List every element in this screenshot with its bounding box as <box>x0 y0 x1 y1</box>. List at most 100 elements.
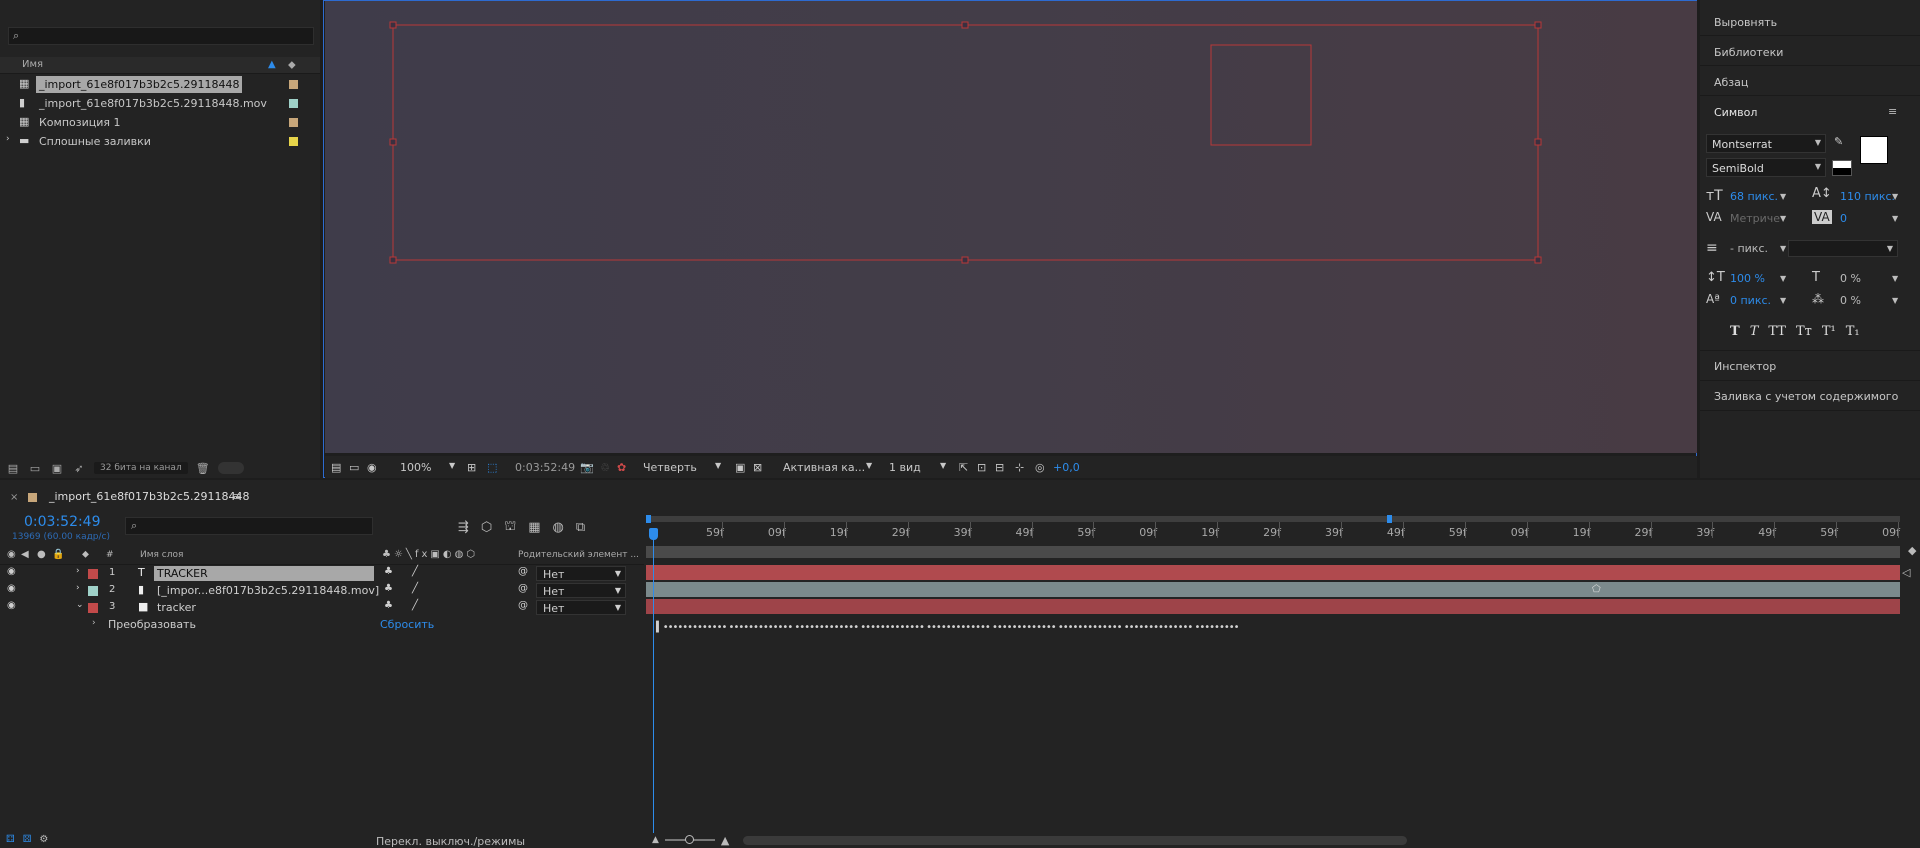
faux-bold-button[interactable]: T <box>1730 324 1740 339</box>
resolution-select[interactable]: Четверть <box>643 461 697 474</box>
visibility-eye-icon[interactable]: ◉ <box>7 600 16 611</box>
visibility-eye-icon[interactable]: ◉ <box>7 566 16 577</box>
bit-depth-button[interactable]: 32 бита на канал <box>94 462 188 474</box>
faux-italic-button[interactable]: T <box>1750 324 1759 339</box>
layer-row[interactable]: ◉ › 1 T TRACKER ♣ ╱ @ Нет ▼ <box>0 565 644 582</box>
flowchart-toggle[interactable] <box>217 462 244 474</box>
horizontal-scale-value[interactable]: 0 % <box>1840 272 1861 285</box>
safe-zones-icon[interactable]: ⊞ <box>467 461 476 474</box>
shy-switch-icon[interactable]: ♣ <box>384 583 393 594</box>
region-of-interest-icon[interactable]: ⬚ <box>487 461 497 474</box>
label-tag-icon[interactable]: ⬥ <box>288 58 296 72</box>
project-item[interactable]: ▦ Композиция 1 <box>0 113 320 132</box>
mask-visibility-icon[interactable]: ◉ <box>367 461 377 474</box>
kerning-value[interactable]: Метриче <box>1730 212 1780 225</box>
vertical-scale-value[interactable]: 100 % <box>1730 272 1765 285</box>
keyframe-icon[interactable]: ⬠ <box>1592 584 1601 595</box>
toggle-pixel-aspect-icon[interactable]: ⇱ <box>959 461 968 474</box>
quality-switch-icon[interactable]: ╱ <box>412 600 418 611</box>
new-folder-icon[interactable]: ▭ <box>28 462 42 475</box>
timeline-icon[interactable]: ⊟ <box>995 461 1004 474</box>
pick-whip-icon[interactable]: @ <box>518 600 528 611</box>
zoom-out-icon[interactable]: ▲ <box>652 835 659 845</box>
exposure-value[interactable]: +0,0 <box>1053 461 1080 474</box>
layer-name[interactable]: tracker <box>154 600 199 615</box>
layer-end-icon[interactable]: ◁ <box>1902 566 1910 579</box>
text-layer-bounding-box[interactable] <box>325 1 1697 453</box>
superscript-button[interactable]: T¹ <box>1822 324 1836 339</box>
transform-group-label[interactable]: Преобразовать <box>108 618 196 631</box>
show-snapshot-icon[interactable]: ♲ <box>600 461 610 474</box>
quality-switch-icon[interactable]: ╱ <box>412 566 418 577</box>
comp-end-marker-icon[interactable]: ◆ <box>1908 544 1916 557</box>
inspector-panel-tab[interactable]: Инспектор <box>1714 360 1776 373</box>
project-item[interactable]: ▦ _import_61e8f017b3b2c5.29118448 <box>0 75 320 94</box>
expand-arrow-icon[interactable]: › <box>76 566 80 576</box>
chevron-down-icon[interactable]: ▼ <box>1780 244 1786 253</box>
close-tab-icon[interactable]: × <box>10 492 18 503</box>
layer-row[interactable]: ◉ › 2 ▮ [_impor...e8f017b3b2c5.29118448.mov]… <box>0 582 644 599</box>
visibility-eye-icon[interactable]: ◉ <box>7 583 16 594</box>
quality-switch-icon[interactable]: ╱ <box>412 583 418 594</box>
small-caps-button[interactable]: Tт <box>1796 324 1812 339</box>
shy-switch-icon[interactable]: ♣ <box>384 566 393 577</box>
shy-switch-icon[interactable]: ♣ <box>384 600 393 611</box>
comp-tab-label[interactable]: _import_61e8f017b3b2c5.29118448 <box>49 490 249 503</box>
project-search-input[interactable]: ⌕ <box>8 27 314 45</box>
expand-arrow-icon[interactable]: › <box>6 134 10 144</box>
layer-name[interactable]: [_impor...e8f017b3b2c5.29118448.mov] <box>154 583 382 598</box>
transparency-grid-icon[interactable]: ▣ <box>735 461 745 474</box>
chevron-down-icon[interactable]: ▼ <box>940 461 946 470</box>
font-family-select[interactable]: Montserrat ▼ <box>1706 134 1826 153</box>
project-item[interactable]: ▮ _import_61e8f017b3b2c5.29118448.mov <box>0 94 320 113</box>
subscript-button[interactable]: T₁ <box>1846 324 1860 339</box>
layer-label-swatch[interactable] <box>88 603 98 613</box>
chevron-down-icon[interactable]: ▼ <box>1892 274 1898 283</box>
layer-search-input[interactable]: ⌕ <box>125 517 373 535</box>
layer-label-swatch[interactable] <box>88 586 98 596</box>
layer-bar-footage[interactable] <box>646 582 1900 597</box>
render-queue-icon[interactable]: ➶ <box>72 462 86 475</box>
zoom-slider-thumb[interactable] <box>684 835 694 844</box>
content-aware-fill-panel-tab[interactable]: Заливка с учетом содержимого <box>1714 390 1898 403</box>
transform-keyframes[interactable]: ▍••••••••••••• ••••••••••••• •••••••••••… <box>656 622 1240 633</box>
stroke-type-select[interactable]: ▼ <box>1788 240 1898 257</box>
character-panel-title[interactable]: Символ <box>1714 106 1757 119</box>
parent-select[interactable]: Нет ▼ <box>536 583 626 598</box>
eyedropper-icon[interactable]: ✎ <box>1834 135 1843 148</box>
layer-bar-tracker-solid[interactable] <box>646 599 1900 614</box>
stroke-width-value[interactable]: - пикс. <box>1730 242 1768 255</box>
toggle-switches-modes-button[interactable]: Перекл. выключ./режимы <box>376 835 525 848</box>
chevron-down-icon[interactable]: ▼ <box>449 461 455 470</box>
tracking-value[interactable]: 0 <box>1840 212 1847 225</box>
panel-menu-icon[interactable]: ≡ <box>232 490 241 503</box>
zoom-select[interactable]: 100% <box>400 461 431 474</box>
pick-whip-icon[interactable]: @ <box>518 566 528 577</box>
chevron-down-icon[interactable]: ▼ <box>1780 214 1786 223</box>
libraries-panel-tab[interactable]: Библиотеки <box>1714 46 1783 59</box>
project-item[interactable]: › ▬ Сплошные заливки <box>0 132 320 151</box>
baseline-shift-value[interactable]: 0 пикс. <box>1730 294 1771 307</box>
tsume-value[interactable]: 0 % <box>1840 294 1861 307</box>
current-time-indicator[interactable] <box>653 528 654 833</box>
chevron-down-icon[interactable]: ▼ <box>1892 214 1898 223</box>
zoom-in-icon[interactable]: ▲ <box>721 834 729 847</box>
frame-blending-icon[interactable]: ▦ <box>528 520 540 535</box>
column-name-label[interactable]: Имя <box>22 59 43 70</box>
shy-layers-icon[interactable]: ⛫ <box>504 519 516 536</box>
flowchart-icon[interactable]: ⊹ <box>1015 461 1024 474</box>
timeline-scrollbar[interactable] <box>743 835 1408 845</box>
layer-row[interactable]: ◉ ⌄ 3 ■ tracker ♣ ╱ @ Нет ▼ <box>0 599 644 616</box>
black-white-swatch[interactable] <box>1832 160 1852 176</box>
reset-exposure-icon[interactable]: ◎ <box>1035 461 1045 474</box>
motion-blur-icon[interactable]: ◍ <box>553 520 564 535</box>
label-color-swatch[interactable] <box>289 80 298 89</box>
fill-color-swatch[interactable] <box>1860 136 1888 164</box>
transfer-controls-icon[interactable]: ⚄ <box>23 834 32 845</box>
parent-select[interactable]: Нет ▼ <box>536 600 626 615</box>
delete-icon[interactable]: 🗑 <box>196 462 210 475</box>
comp-mini-flowchart-icon[interactable]: ⇶ <box>458 520 469 535</box>
chevron-down-icon[interactable]: ▼ <box>866 461 872 470</box>
expand-arrow-icon[interactable]: › <box>92 618 96 628</box>
reset-transform-link[interactable]: Сбросить <box>380 618 434 631</box>
